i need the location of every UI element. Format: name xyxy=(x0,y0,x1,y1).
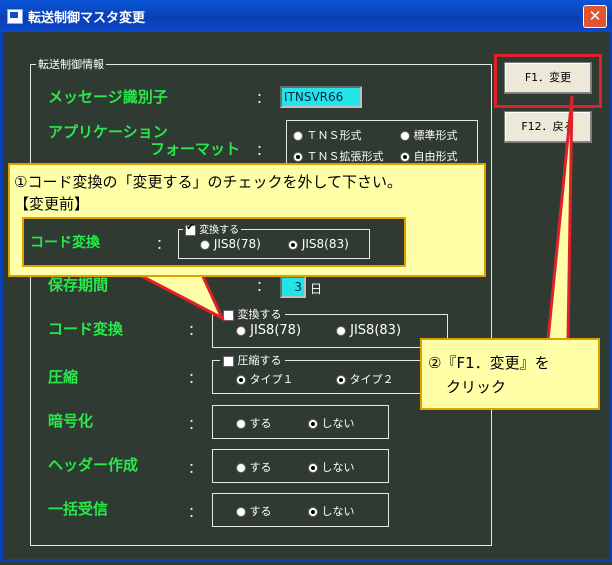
checkbox-label: 変換する xyxy=(199,225,240,236)
radio-selected-icon xyxy=(288,239,298,250)
callout2-line2: クリック xyxy=(446,378,507,396)
option-label: JIS8(78) xyxy=(213,237,261,251)
callout2-line1: ②『F1．変更』を xyxy=(428,354,550,372)
callout-pointers xyxy=(129,95,574,342)
callout1-line1: ①コード変換の「変更する」のチェックを外して下さい。 xyxy=(14,173,402,191)
colon: ： xyxy=(156,237,170,253)
callout1-line2: 【変更前】 xyxy=(14,195,90,213)
callout1-radio-83: JIS8(83) xyxy=(288,237,349,251)
callout1-radio-78: JIS8(78) xyxy=(200,237,261,251)
checkbox-checked-icon xyxy=(185,222,196,236)
callout2-pointer xyxy=(546,95,574,342)
callout1-pointer xyxy=(129,268,226,322)
callout1-checkbox: 変換する xyxy=(183,221,242,236)
callout1-code-label: コード変換 xyxy=(30,235,100,251)
instruction-callout-2 xyxy=(420,338,600,410)
option-label: JIS8(83) xyxy=(301,237,349,251)
radio-icon xyxy=(200,239,210,250)
